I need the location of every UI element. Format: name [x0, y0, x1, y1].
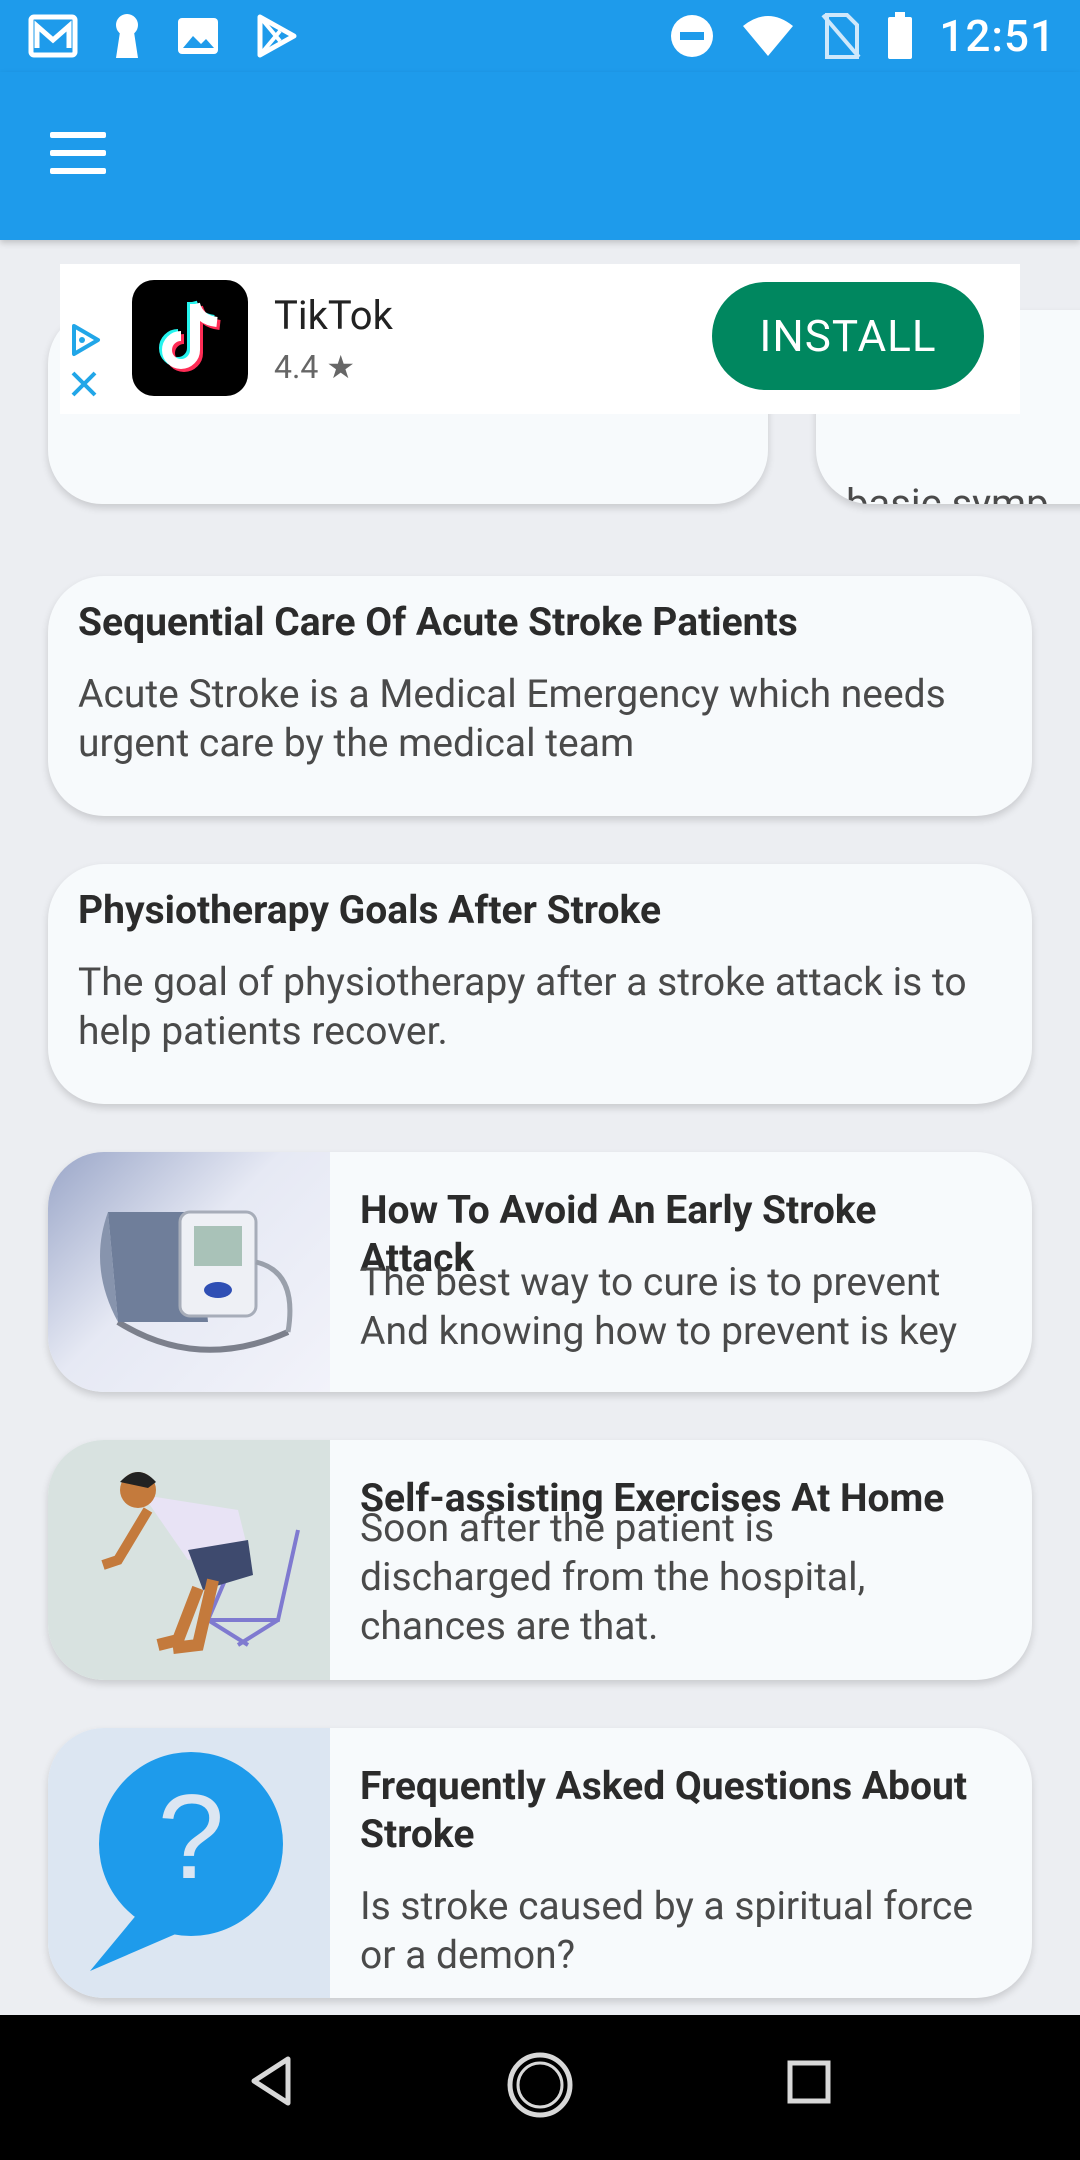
article-card[interactable]: Physiotherapy Goals After Stroke The goa… — [48, 864, 1032, 1104]
battery-icon — [888, 12, 913, 59]
hamburger-menu-icon[interactable] — [50, 132, 116, 182]
content-list: basic symp TikTok 4.4 ★ INSTALL Sequenti… — [0, 240, 1080, 2015]
svg-text:?: ? — [158, 1770, 225, 1904]
article-title: Physiotherapy Goals After Stroke — [78, 887, 661, 933]
article-title: Sequential Care Of Acute Stroke Patients — [78, 599, 798, 645]
ad-choices-icon[interactable] — [68, 322, 104, 358]
app-bar — [0, 72, 1080, 240]
ad-app-name: TikTok — [274, 292, 393, 339]
article-card[interactable]: How To Avoid An Early Stroke Attack The … — [48, 1152, 1032, 1392]
article-description: The best way to cure is to prevent And k… — [360, 1259, 958, 1354]
tiktok-logo-icon — [132, 280, 248, 396]
ad-close-icon[interactable] — [70, 370, 98, 398]
no-sim-icon — [821, 13, 861, 59]
recent-apps-icon[interactable] — [784, 2051, 834, 2111]
exercise-illustration-image — [48, 1440, 330, 1680]
home-icon[interactable] — [506, 2051, 574, 2119]
gmail-icon — [28, 14, 78, 58]
article-description: Is stroke caused by a spiritual force or… — [360, 1883, 974, 1978]
article-description: Soon after the patient is discharged fro… — [360, 1505, 866, 1649]
keyhole-icon — [116, 14, 138, 58]
article-card[interactable]: Self-assisting Exercises At Home Soon af… — [48, 1440, 1032, 1680]
system-nav-bar — [0, 2015, 1080, 2160]
ad-banner[interactable]: TikTok 4.4 ★ INSTALL — [60, 264, 1020, 414]
image-icon — [178, 18, 218, 54]
article-card[interactable]: ? Frequently Asked Questions About Strok… — [48, 1728, 1032, 1998]
article-title: Frequently Asked Questions About Stroke — [360, 1763, 968, 1857]
question-bubble-image: ? — [48, 1728, 330, 1998]
featured-card-snippet: basic symp — [846, 480, 1049, 504]
wifi-icon — [743, 16, 794, 56]
back-icon[interactable] — [246, 2051, 296, 2111]
ad-rating: 4.4 ★ — [274, 348, 356, 386]
status-bar: 12:51 — [0, 0, 1080, 72]
install-button[interactable]: INSTALL — [712, 282, 984, 390]
article-description: Acute Stroke is a Medical Emergency whic… — [78, 671, 946, 766]
article-description: The goal of physiotherapy after a stroke… — [78, 959, 967, 1054]
do-not-disturb-icon — [671, 15, 714, 57]
status-time: 12:51 — [939, 10, 1056, 62]
article-card[interactable]: Sequential Care Of Acute Stroke Patients… — [48, 576, 1032, 816]
play-store-icon — [257, 14, 297, 58]
blood-pressure-monitor-image — [48, 1152, 330, 1392]
